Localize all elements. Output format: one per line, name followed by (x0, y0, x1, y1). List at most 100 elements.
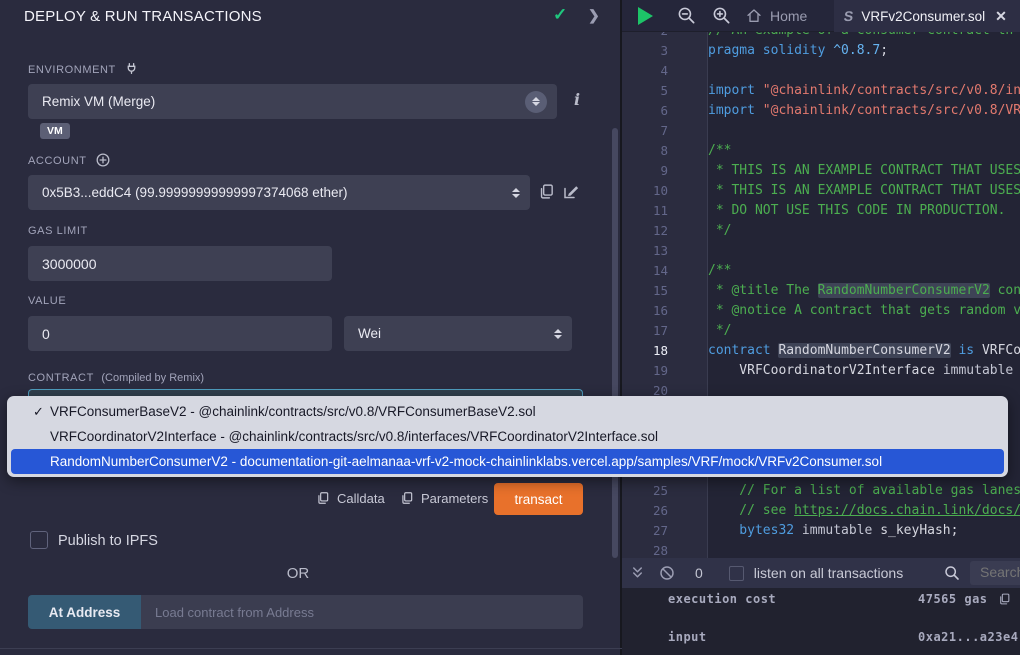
at-address-button[interactable]: At Address (28, 595, 141, 629)
run-script-icon[interactable] (638, 7, 653, 25)
line-numbers: 2345678910111213141516171819202122232425… (622, 21, 668, 558)
gas-limit-label: GAS LIMIT (28, 225, 88, 237)
solidity-icon: S (843, 8, 855, 24)
value-field (28, 316, 332, 351)
line-number: 10 (622, 181, 668, 201)
line-number: 3 (622, 41, 668, 61)
contract-option[interactable]: VRFCoordinatorV2Interface - @chainlink/c… (7, 424, 1008, 449)
code-line: contract RandomNumberConsumerV2 is VRFCo (708, 341, 1020, 361)
value-input[interactable] (42, 326, 318, 342)
contract-option-label: VRFCoordinatorV2Interface - @chainlink/c… (50, 429, 658, 444)
expand-terminal-icon[interactable] (630, 565, 645, 581)
panel-header: DEPLOY & RUN TRANSACTIONS ✓ ❯ (0, 0, 620, 32)
clear-console-icon[interactable] (659, 565, 675, 581)
code-line (708, 241, 1020, 261)
tab-home[interactable]: Home (734, 0, 819, 32)
publish-ipfs-checkbox[interactable] (30, 531, 48, 549)
line-number: 7 (622, 121, 668, 141)
line-number: 19 (622, 361, 668, 381)
edit-icon[interactable] (562, 182, 580, 201)
terminal-row-label: execution cost (668, 592, 776, 606)
account-select[interactable]: 0x5B3...eddC4 (99.99999999999997374068 e… (28, 175, 530, 210)
code-line: // see https://docs.chain.link/docs/ (708, 501, 1020, 521)
zoom-in-icon[interactable] (712, 6, 731, 25)
unit-select[interactable]: Wei (344, 316, 572, 351)
terminal-search-field (970, 561, 1020, 585)
editor-panel: 2345678910111213141516171819202122232425… (622, 0, 1020, 655)
copy-icon (400, 490, 414, 506)
plug-icon (125, 62, 138, 75)
transaction-count-badge: 0 (695, 565, 703, 581)
close-icon[interactable]: ✕ (995, 8, 1007, 25)
transact-button[interactable]: transact (494, 483, 583, 515)
copy-icon[interactable] (538, 182, 555, 201)
listen-label: listen on all transactions (754, 565, 903, 581)
line-number: 17 (622, 321, 668, 341)
terminal-output[interactable]: execution cost47565 gasinput0xa21...a23e… (622, 588, 1020, 655)
code-line (708, 61, 1020, 81)
line-number: 25 (622, 481, 668, 501)
panel-scrollbar[interactable] (612, 128, 618, 558)
environment-select[interactable]: Remix VM (Merge) (28, 84, 557, 119)
or-divider: OR (0, 565, 596, 582)
line-number: 5 (622, 81, 668, 101)
line-number: 27 (622, 521, 668, 541)
line-number: 13 (622, 241, 668, 261)
plus-icon[interactable] (96, 153, 110, 167)
contract-option[interactable]: RandomNumberConsumerV2 - documentation-g… (11, 449, 1004, 474)
environment-label: ENVIRONMENT (28, 62, 138, 76)
code-line: */ (708, 221, 1020, 241)
code-line: * THIS IS AN EXAMPLE CONTRACT THAT USES (708, 181, 1020, 201)
code-line: * @notice A contract that gets random v (708, 301, 1020, 321)
select-arrows-icon (554, 329, 562, 339)
zoom-out-icon[interactable] (677, 6, 696, 25)
contract-label: CONTRACT (Compiled by Remix) (28, 372, 204, 384)
listen-checkbox[interactable] (729, 566, 744, 581)
section-divider (0, 648, 622, 649)
search-icon (944, 565, 960, 581)
line-number: 28 (622, 541, 668, 558)
code-line: * @title The RandomNumberConsumerV2 con (708, 281, 1020, 301)
line-number: 11 (622, 201, 668, 221)
code-line (708, 121, 1020, 141)
at-address-input[interactable] (141, 595, 583, 629)
line-number: 15 (622, 281, 668, 301)
line-number: 26 (622, 501, 668, 521)
copy-icon[interactable] (998, 592, 1011, 606)
terminal-row-value: 0xa21...a23e4 (918, 630, 1020, 644)
line-number: 9 (622, 161, 668, 181)
account-label: ACCOUNT (28, 153, 110, 167)
parameters-button[interactable]: Parameters (400, 490, 488, 506)
info-icon[interactable]: i (574, 90, 580, 109)
check-icon: ✓ (553, 5, 567, 25)
select-arrows-icon (525, 91, 547, 113)
line-number: 16 (622, 301, 668, 321)
line-number: 12 (622, 221, 668, 241)
code-line: // For a list of available gas lanes (708, 481, 1020, 501)
tab-vrfv2consumer[interactable]: S VRFv2Consumer.sol ✕ (834, 0, 1020, 32)
line-number: 6 (622, 101, 668, 121)
code-line: import "@chainlink/contracts/src/v0.8/in… (708, 81, 1020, 101)
contract-option-label: RandomNumberConsumerV2 - documentation-g… (50, 454, 882, 469)
terminal-row-value: 47565 gas (918, 592, 1011, 606)
editor-tabbar: Home S VRFv2Consumer.sol ✕ (622, 0, 1020, 32)
code-line: /** (708, 141, 1020, 161)
code-lines: // An example of a consumer contract thp… (708, 21, 1020, 558)
gas-limit-field (28, 246, 332, 281)
chevron-right-icon[interactable]: ❯ (588, 7, 600, 24)
code-line: bytes32 immutable s_keyHash; (708, 521, 1020, 541)
select-arrows-icon (512, 188, 520, 198)
check-icon: ✓ (33, 399, 47, 424)
line-number: 8 (622, 141, 668, 161)
panel-title: DEPLOY & RUN TRANSACTIONS (24, 8, 262, 25)
terminal-search-input[interactable] (970, 561, 1020, 580)
deploy-run-panel: DEPLOY & RUN TRANSACTIONS ✓ ❯ ENVIRONMEN… (0, 0, 622, 655)
line-number: 14 (622, 261, 668, 281)
calldata-button[interactable]: Calldata (316, 490, 385, 506)
contract-option[interactable]: ✓VRFConsumerBaseV2 - @chainlink/contract… (7, 399, 1008, 424)
gas-limit-input[interactable] (42, 256, 318, 272)
code-line: */ (708, 321, 1020, 341)
code-line: /** (708, 261, 1020, 281)
code-line: pragma solidity ^0.8.7; (708, 41, 1020, 61)
vm-badge: VM (40, 123, 70, 139)
